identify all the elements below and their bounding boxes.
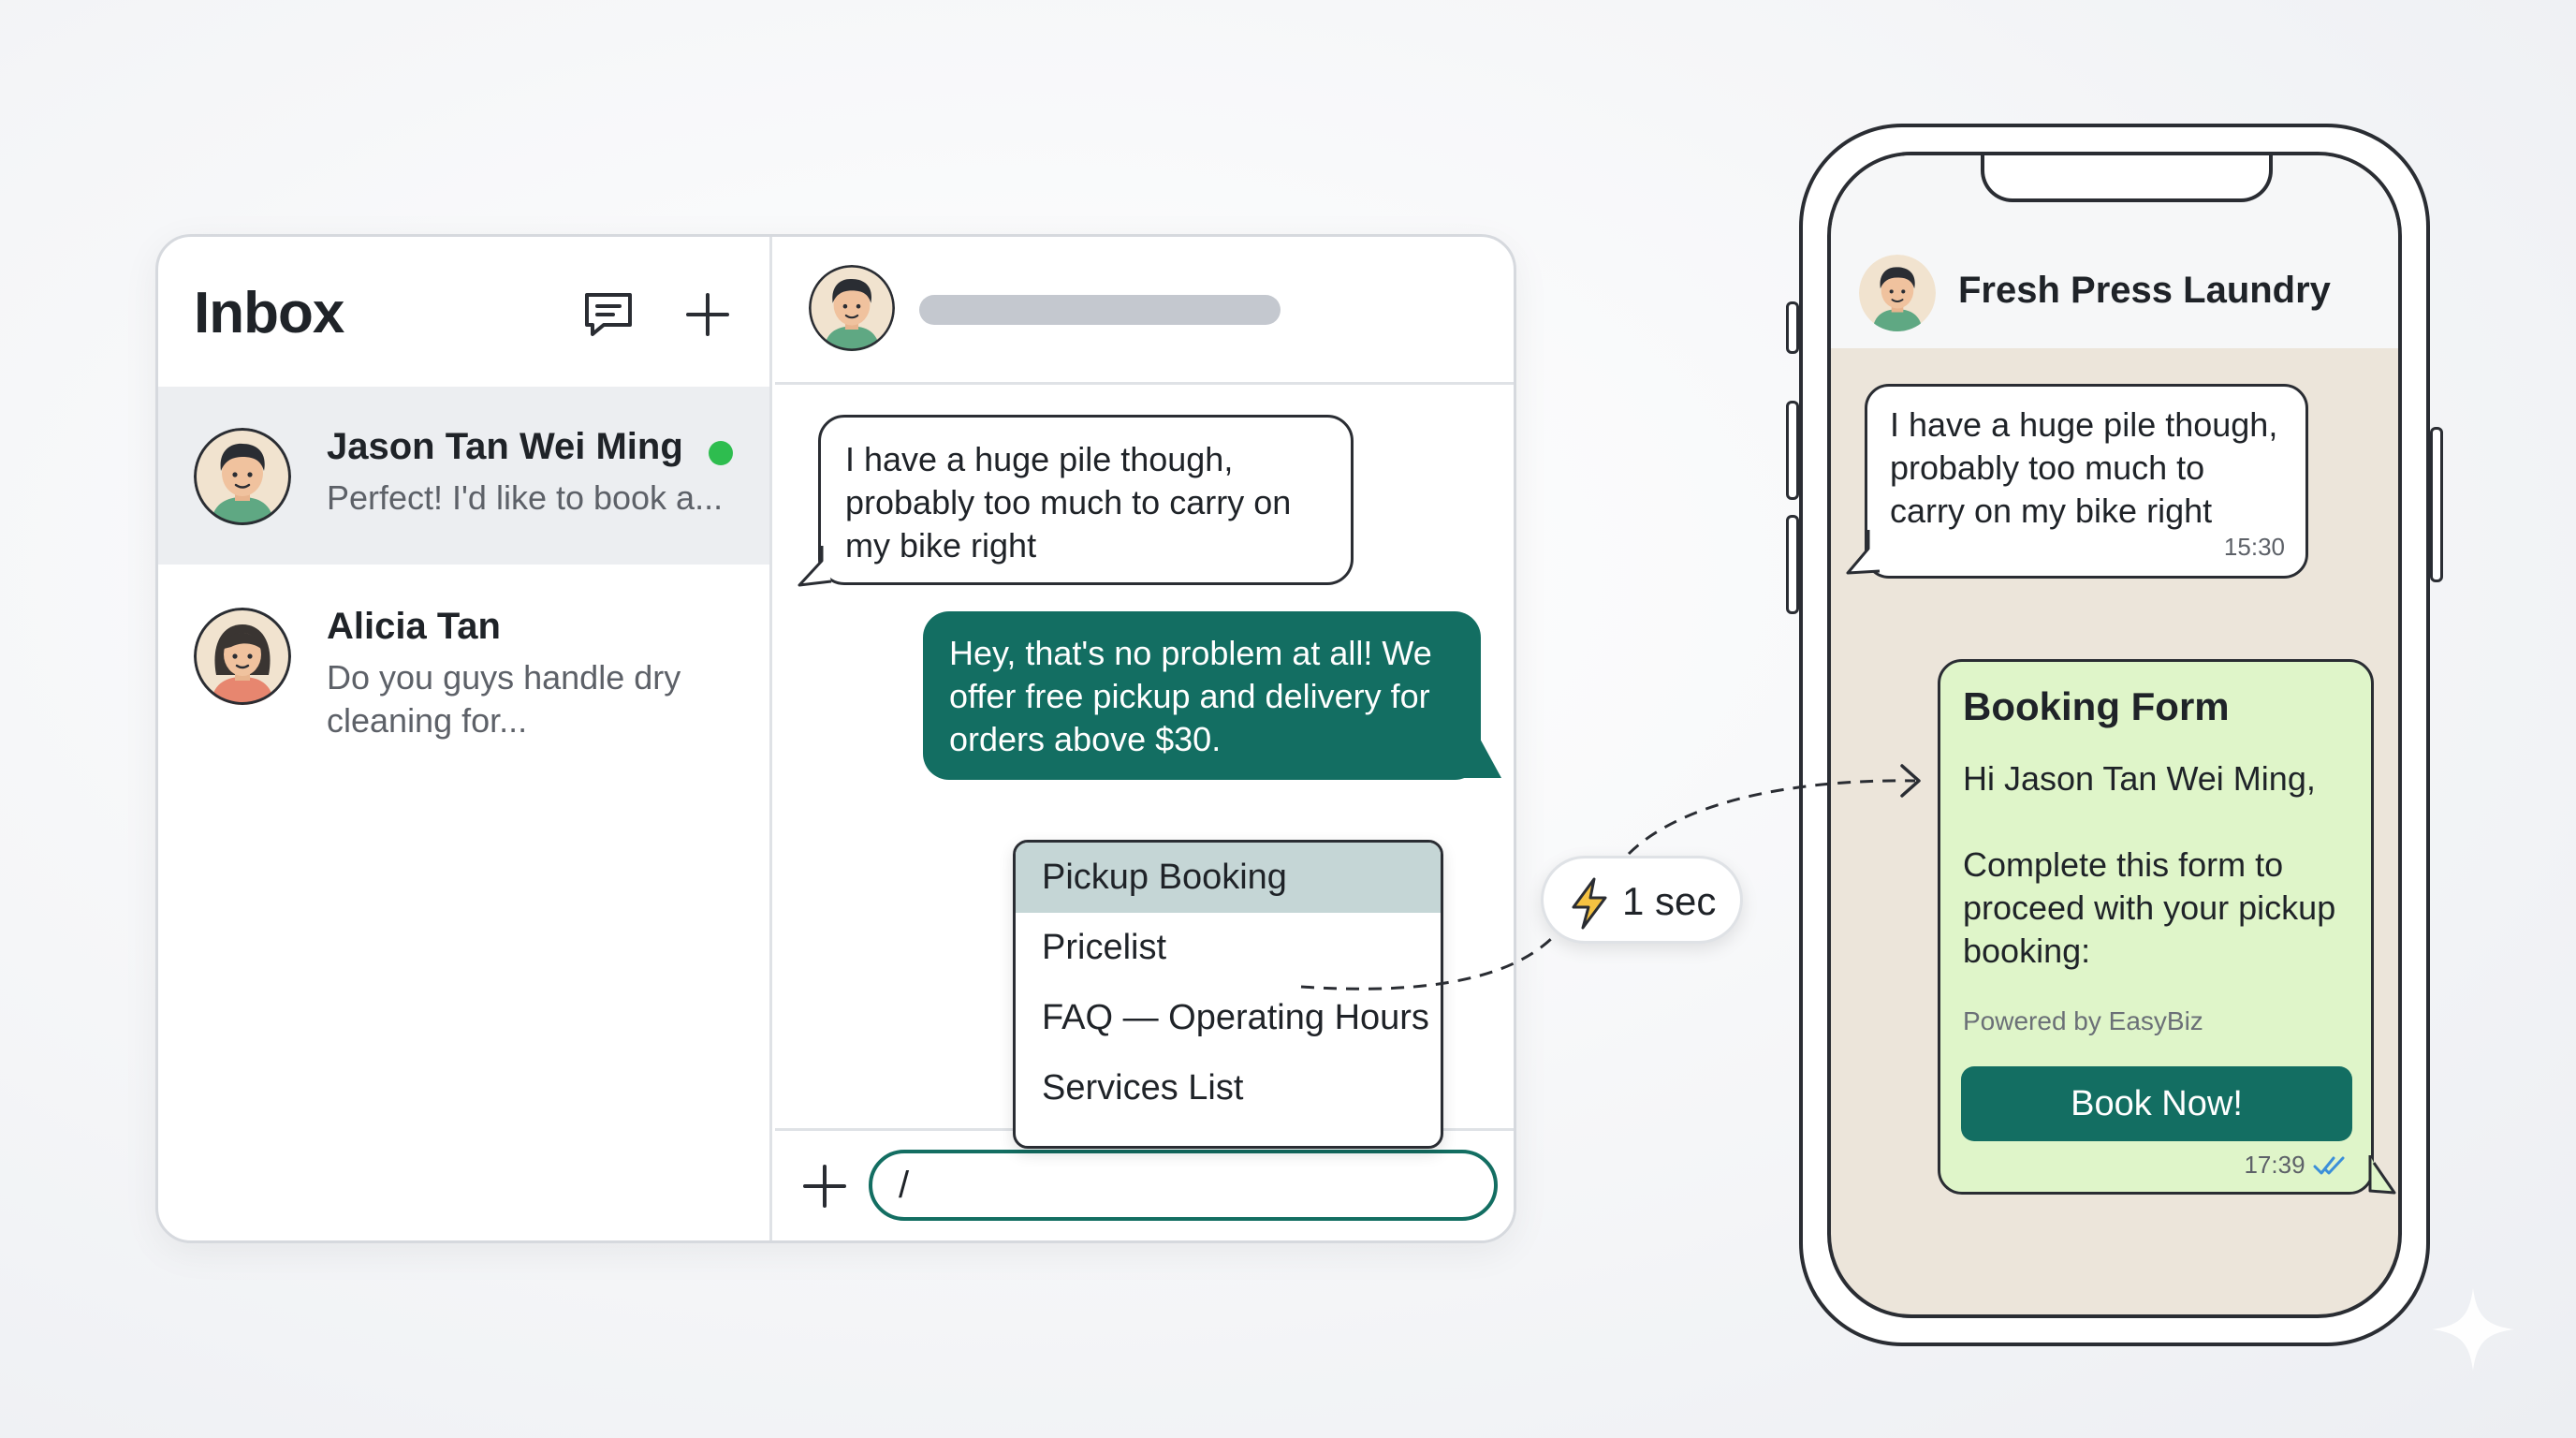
outgoing-message: Hey, that's no problem at all! We offer … bbox=[923, 611, 1481, 780]
form-message-meta: 17:39 bbox=[2244, 1151, 2349, 1182]
conversation-item-jason[interactable]: Jason Tan Wei Ming Perfect! I'd like to … bbox=[158, 387, 769, 565]
incoming-bubble-tail bbox=[798, 546, 832, 587]
phone-notch bbox=[1981, 155, 2273, 202]
message-time: 15:30 bbox=[2223, 533, 2285, 561]
quick-reply-pickup-booking[interactable]: Pickup Booking bbox=[1016, 843, 1441, 913]
inbox-pane: Inbox Jason Tan Wei Ming Perfect! I'd li… bbox=[158, 237, 772, 1240]
avatar bbox=[194, 428, 291, 525]
conversation-name: Alicia Tan bbox=[327, 606, 501, 647]
response-time-text: 1 sec bbox=[1622, 879, 1717, 923]
response-time-badge: 1 sec bbox=[1541, 856, 1743, 944]
form-greeting: Hi Jason Tan Wei Ming, bbox=[1963, 759, 2316, 798]
contact-avatar[interactable] bbox=[809, 265, 895, 351]
form-message-time: 17:39 bbox=[2244, 1151, 2305, 1179]
phone-bubble-tail bbox=[1846, 530, 1881, 575]
quick-reply-services-list[interactable]: Services List bbox=[1016, 1053, 1441, 1123]
plus-icon[interactable] bbox=[677, 284, 739, 345]
form-description: Complete this form to proceed with your … bbox=[1963, 845, 2336, 970]
attach-plus-icon[interactable] bbox=[796, 1157, 854, 1215]
phone-incoming-message: I have a huge pile though, probably too … bbox=[1865, 384, 2308, 579]
double-check-icon bbox=[2313, 1156, 2345, 1174]
form-bubble-tail bbox=[2368, 1155, 2396, 1195]
conversation-name: Jason Tan Wei Ming bbox=[327, 426, 683, 467]
phone-mockup: Fresh Press Laundry I have a huge pile t… bbox=[1786, 124, 2443, 1346]
form-title: Booking Form bbox=[1963, 684, 2230, 728]
online-status-dot bbox=[709, 441, 733, 465]
powered-by-label: Powered by EasyBiz bbox=[1963, 1006, 2203, 1035]
phone-side-button bbox=[1786, 301, 1799, 354]
inbox-window: Inbox Jason Tan Wei Ming Perfect! I'd li… bbox=[155, 234, 1516, 1243]
inbox-header: Inbox bbox=[158, 237, 769, 385]
form-body: Hi Jason Tan Wei Ming, Complete this for… bbox=[1963, 757, 2349, 973]
avatar bbox=[194, 608, 291, 705]
outgoing-bubble-tail bbox=[1458, 737, 1501, 778]
phone-power-button bbox=[2430, 427, 2443, 582]
conversation-preview: Perfect! I'd like to book a... bbox=[327, 478, 724, 517]
sparkle-icon bbox=[2432, 1288, 2514, 1371]
contact-name-placeholder bbox=[919, 295, 1281, 325]
phone-screen: Fresh Press Laundry I have a huge pile t… bbox=[1827, 152, 2402, 1318]
chat-header bbox=[775, 237, 1514, 385]
chat-pane: I have a huge pile though, probably too … bbox=[775, 237, 1514, 1240]
booking-form-card: Booking Form Hi Jason Tan Wei Ming, Comp… bbox=[1938, 659, 2374, 1195]
quick-reply-faq[interactable]: FAQ — Operating Hours bbox=[1016, 983, 1441, 1053]
phone-volume-down-button bbox=[1786, 515, 1799, 614]
message-input[interactable] bbox=[869, 1150, 1498, 1221]
chat-compose-icon[interactable] bbox=[578, 284, 639, 345]
incoming-message: I have a huge pile though, probably too … bbox=[818, 415, 1354, 585]
quick-reply-pricelist[interactable]: Pricelist bbox=[1016, 913, 1441, 983]
conversation-preview: Do you guys handle dry cleaning for... bbox=[327, 658, 681, 740]
book-now-button[interactable]: Book Now! bbox=[1961, 1066, 2352, 1141]
quick-reply-menu: Pickup Booking Pricelist FAQ — Operating… bbox=[1013, 840, 1443, 1149]
conversation-item-alicia[interactable]: Alicia Tan Do you guys handle dry cleani… bbox=[158, 566, 769, 744]
inbox-title: Inbox bbox=[194, 281, 344, 345]
phone-volume-up-button bbox=[1786, 401, 1799, 500]
phone-incoming-text: I have a huge pile though, probably too … bbox=[1890, 405, 2278, 530]
lightning-icon bbox=[1572, 877, 1607, 930]
business-name: Fresh Press Laundry bbox=[1958, 270, 2331, 311]
business-avatar[interactable] bbox=[1859, 255, 1936, 331]
